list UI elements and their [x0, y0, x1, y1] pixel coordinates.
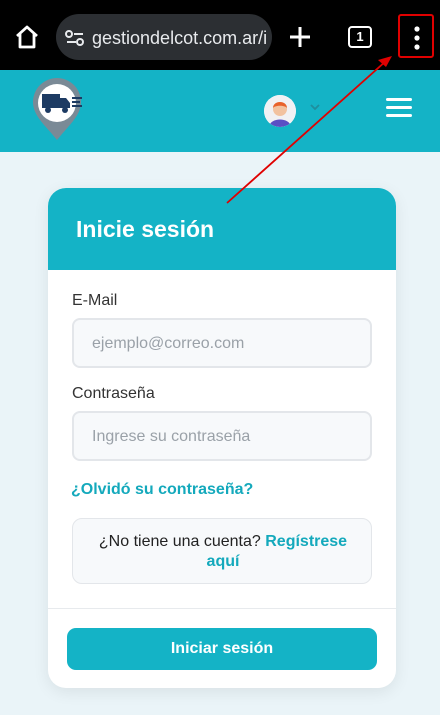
more-vert-icon: [414, 26, 420, 50]
hamburger-icon[interactable]: [386, 98, 412, 120]
register-prompt-line: ¿No tiene una cuenta? Regístrese: [73, 533, 373, 551]
password-label: Contraseña: [72, 385, 155, 402]
hamburger-line: [386, 106, 412, 109]
register-prompt: ¿No tiene una cuenta?: [98, 533, 261, 550]
truck-logo[interactable]: [28, 76, 86, 144]
forgot-password-link[interactable]: ¿Olvidó su contraseña?: [71, 481, 253, 499]
register-link[interactable]: Regístrese: [265, 533, 347, 550]
page-title: Inicie sesión: [76, 216, 215, 242]
email-label: E-Mail: [72, 292, 118, 309]
browser-toolbar: gestiondelcot.com.ar/ii 1: [0, 0, 440, 70]
hamburger-line: [386, 114, 412, 117]
email-placeholder: ejemplo@correo.com: [92, 335, 245, 352]
site-header: [0, 70, 440, 152]
register-link-continuation[interactable]: aquí: [73, 553, 373, 571]
chevron-down-icon[interactable]: [309, 102, 321, 112]
email-field[interactable]: ejemplo@correo.com: [72, 318, 372, 368]
home-button[interactable]: [12, 22, 42, 52]
hamburger-line: [386, 98, 412, 101]
password-field[interactable]: Ingrese su contraseña: [72, 411, 372, 461]
new-tab-button[interactable]: [286, 23, 314, 51]
login-button[interactable]: Iniciar sesión: [67, 628, 377, 670]
password-placeholder: Ingrese su contraseña: [92, 428, 251, 445]
divider: [48, 608, 396, 609]
login-card: Inicie sesión E-Mail ejemplo@correo.com …: [48, 188, 396, 688]
plus-icon: [290, 27, 310, 47]
tab-switcher-button[interactable]: 1: [348, 26, 372, 48]
register-box: ¿No tiene una cuenta? Regístrese aquí: [72, 518, 372, 584]
tune-icon[interactable]: [64, 27, 86, 49]
home-icon: [16, 25, 38, 49]
login-card-header: Inicie sesión: [48, 188, 396, 270]
avatar[interactable]: [264, 95, 296, 127]
browser-menu-button[interactable]: [398, 14, 434, 58]
address-bar[interactable]: gestiondelcot.com.ar/ii: [56, 14, 272, 60]
url-text[interactable]: gestiondelcot.com.ar/ii: [92, 27, 268, 49]
